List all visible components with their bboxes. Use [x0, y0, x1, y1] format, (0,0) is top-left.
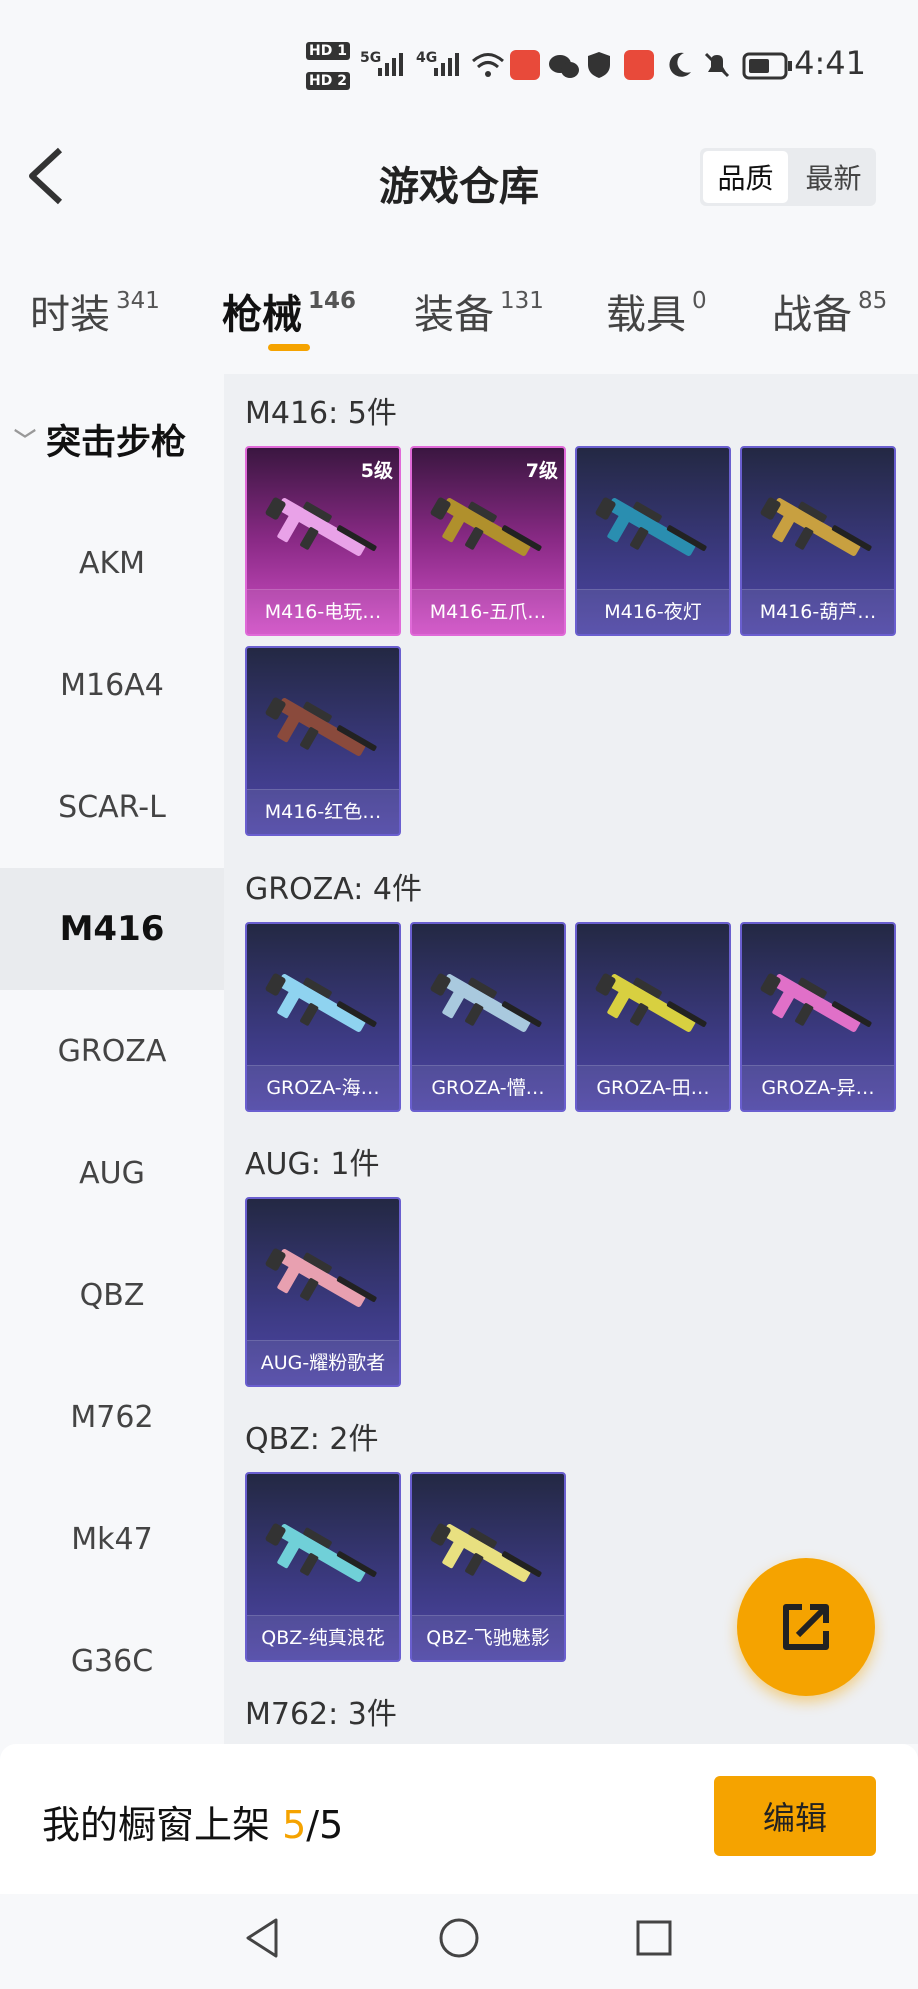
- tab-guns[interactable]: 枪械 146: [222, 282, 356, 340]
- category-header[interactable]: ﹀ 突击步枪: [14, 414, 186, 465]
- moon-icon: [669, 52, 691, 77]
- rifle-icon: [265, 1523, 377, 1582]
- item-name: QBZ-飞驰魅影: [412, 1615, 564, 1660]
- rifle-icon: [595, 497, 707, 556]
- signal-icon-2: [434, 53, 459, 76]
- signal-icon: [378, 53, 403, 76]
- rifle-icon: [760, 973, 872, 1032]
- showcase-bar: 我的橱窗上架 5/5 编辑: [0, 1744, 918, 1894]
- item-name: M416-红色…: [247, 789, 399, 834]
- item-name: M416-葫芦…: [742, 589, 894, 634]
- item-card[interactable]: GROZA-海…: [245, 922, 401, 1112]
- sidebar-item-qbz[interactable]: QBZ: [0, 1234, 224, 1356]
- item-name: M416-五爪…: [412, 589, 564, 634]
- sidebar-item-m762[interactable]: M762: [0, 1356, 224, 1478]
- nav-back-icon[interactable]: [242, 1916, 282, 1960]
- group-title: M416: 5件: [245, 396, 397, 431]
- sidebar-item-mk47[interactable]: Mk47: [0, 1478, 224, 1600]
- sidebar-item-akm[interactable]: AKM: [0, 502, 224, 624]
- sidebar-item-groza[interactable]: GROZA: [0, 990, 224, 1112]
- level-badge: 7级: [525, 460, 558, 482]
- tab-vehicles[interactable]: 载具 0: [606, 282, 707, 340]
- wifi-icon: [472, 53, 504, 77]
- tab-equipment[interactable]: 装备 131: [414, 282, 544, 340]
- rifle-icon: [430, 1523, 542, 1582]
- sidebar-item-m416[interactable]: M416: [0, 868, 224, 990]
- hd1-badge: HD 1: [306, 42, 350, 60]
- rifle-icon: [760, 497, 872, 556]
- rifle-icon: [430, 973, 542, 1032]
- item-card[interactable]: M416-红色…: [245, 646, 401, 836]
- rifle-icon: [265, 697, 377, 756]
- item-name: GROZA-田…: [577, 1065, 729, 1110]
- app-store-icon: [510, 50, 540, 80]
- tab-supplies[interactable]: 战备 85: [772, 282, 887, 340]
- item-card[interactable]: 7级 M416-五爪…: [410, 446, 566, 636]
- category-sidebar: ﹀ 突击步枪 AKM M16A4 SCAR-L M416 GROZA AUG QB…: [0, 374, 224, 1744]
- rifle-icon: [265, 973, 377, 1032]
- item-name: GROZA-懵…: [412, 1065, 564, 1110]
- sidebar-item-aug[interactable]: AUG: [0, 1112, 224, 1234]
- item-grid: M416: 5件 5级 M416-电玩… 7级 M416-五爪… M416-夜灯…: [224, 374, 918, 1744]
- item-name: AUG-耀粉歌者: [247, 1340, 399, 1385]
- item-name: GROZA-异…: [742, 1065, 894, 1110]
- group-title: QBZ: 2件: [245, 1422, 379, 1457]
- item-name: GROZA-海…: [247, 1065, 399, 1110]
- level-badge: 5级: [360, 460, 393, 482]
- sidebar-item-g36c[interactable]: G36C: [0, 1600, 224, 1722]
- item-card[interactable]: GROZA-懵…: [410, 922, 566, 1112]
- clock: 4:41: [794, 44, 866, 82]
- nav-home-icon[interactable]: [437, 1916, 481, 1960]
- chevron-down-icon: ﹀: [14, 429, 37, 454]
- tab-count: 131: [500, 287, 544, 314]
- item-card[interactable]: M416-夜灯: [575, 446, 731, 636]
- edit-button[interactable]: 编辑: [714, 1776, 876, 1856]
- tab-count: 0: [692, 287, 707, 314]
- item-name: QBZ-纯真浪花: [247, 1615, 399, 1660]
- tab-count: 146: [308, 287, 357, 314]
- sidebar-item-scar-l[interactable]: SCAR-L: [0, 746, 224, 868]
- sort-quality-button[interactable]: 品质: [703, 151, 788, 203]
- rifle-icon: [265, 1248, 377, 1307]
- wechat-icon: [549, 55, 579, 78]
- item-name: M416-夜灯: [577, 589, 729, 634]
- item-name: M416-电玩…: [247, 589, 399, 634]
- sidebar-item-m16a4[interactable]: M16A4: [0, 624, 224, 746]
- item-card[interactable]: QBZ-纯真浪花: [245, 1472, 401, 1662]
- item-card[interactable]: GROZA-田…: [575, 922, 731, 1112]
- group-title: GROZA: 4件: [245, 872, 422, 907]
- tab-active-indicator: [268, 344, 310, 351]
- bell-off-icon: [704, 52, 730, 78]
- tab-bar: 时装 341 枪械 146 装备 131 载具 0 战备 85: [0, 282, 918, 352]
- shield-icon: [588, 52, 610, 78]
- share-button[interactable]: [737, 1558, 875, 1696]
- hd2-badge: HD 2: [306, 72, 350, 90]
- status-bar: HD 1 HD 2 5G 4G 4:41: [0, 0, 918, 130]
- rifle-icon: [430, 497, 542, 556]
- rifle-icon: [265, 497, 377, 556]
- showcase-count: 我的橱窗上架 5/5: [42, 1803, 344, 1847]
- share-icon: [783, 1604, 829, 1650]
- tab-skins[interactable]: 时装 341: [30, 282, 160, 340]
- sort-toggle: 品质 最新: [700, 148, 876, 206]
- nav-recents-icon[interactable]: [634, 1918, 674, 1958]
- tab-count: 341: [116, 287, 160, 314]
- battery-icon: [742, 52, 792, 80]
- item-card[interactable]: 5级 M416-电玩…: [245, 446, 401, 636]
- huawei-app-icon: [624, 50, 654, 80]
- tab-count: 85: [858, 287, 888, 314]
- item-card[interactable]: GROZA-异…: [740, 922, 896, 1112]
- rifle-icon: [595, 973, 707, 1032]
- item-card[interactable]: AUG-耀粉歌者: [245, 1197, 401, 1387]
- item-card[interactable]: M416-葫芦…: [740, 446, 896, 636]
- group-title: M762: 3件: [245, 1697, 397, 1732]
- item-card[interactable]: QBZ-飞驰魅影: [410, 1472, 566, 1662]
- group-title: AUG: 1件: [245, 1147, 380, 1182]
- sort-newest-button[interactable]: 最新: [791, 148, 876, 206]
- system-nav-bar: [0, 1894, 918, 1989]
